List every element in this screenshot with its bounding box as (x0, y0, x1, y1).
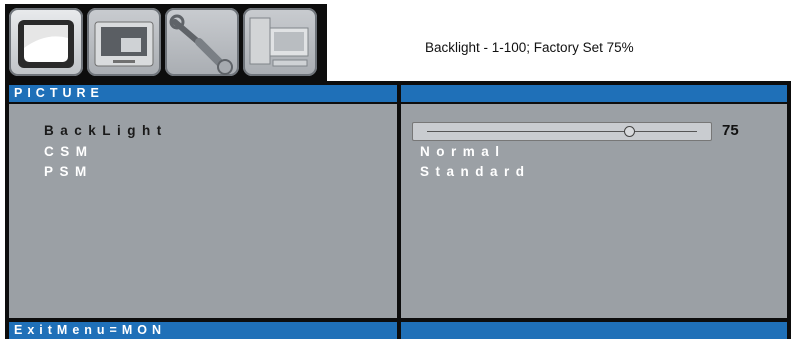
menu-item-psm[interactable]: PSM (44, 164, 93, 179)
csm-value[interactable]: Normal (420, 144, 506, 159)
menu-item-csm[interactable]: CSM (44, 144, 94, 159)
slider-track (427, 131, 697, 132)
psm-value[interactable]: Standard (420, 164, 531, 179)
menu-item-backlight[interactable]: BackLight (44, 123, 168, 138)
menu-tab-strip (5, 4, 327, 81)
tab-screen[interactable] (87, 8, 161, 76)
backlight-value: 75 (722, 122, 739, 139)
backlight-slider[interactable] (412, 122, 712, 141)
osd-panel: PICTURE ExitMenu=MON (5, 81, 791, 339)
slider-knob[interactable] (623, 126, 635, 137)
wrench-tools-icon (169, 14, 233, 75)
tab-pc[interactable] (243, 8, 317, 76)
help-description: Backlight - 1-100; Factory Set 75% (425, 40, 634, 55)
computer-icon (249, 17, 309, 67)
picture-tv-icon (18, 20, 74, 68)
footer-right (401, 322, 787, 339)
tab-setup[interactable] (165, 8, 239, 76)
tab-picture[interactable] (9, 8, 83, 76)
monitor-icon (94, 21, 154, 67)
exit-hint: ExitMenu=MON (9, 322, 397, 339)
header-right (401, 85, 787, 102)
menu-title: PICTURE (9, 85, 397, 102)
